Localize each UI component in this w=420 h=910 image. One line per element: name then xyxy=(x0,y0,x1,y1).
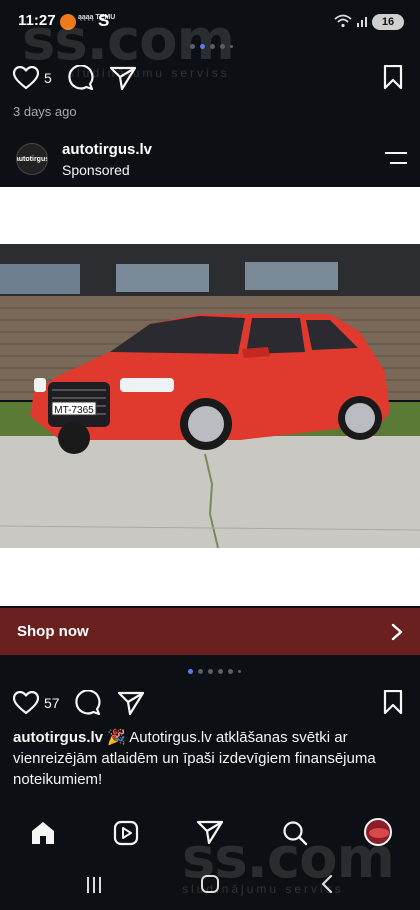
comment-icon[interactable] xyxy=(68,65,94,91)
carousel-dot xyxy=(208,669,213,674)
watermark-logo-top: ss.com xyxy=(22,8,235,73)
heart-icon[interactable] xyxy=(13,691,39,715)
battery-level: 16 xyxy=(381,16,395,28)
carousel-dot xyxy=(238,670,241,673)
ad-image-top-margin xyxy=(0,187,420,244)
chevron-right-icon[interactable] xyxy=(391,623,403,641)
carousel-dot xyxy=(198,669,203,674)
caption-author[interactable]: autotirgus.lv xyxy=(13,729,103,746)
comment-icon[interactable] xyxy=(75,690,101,716)
back-icon[interactable] xyxy=(320,874,334,894)
share-icon[interactable] xyxy=(118,691,144,715)
license-plate: MT-7365 xyxy=(54,405,94,416)
carousel-dots-top xyxy=(190,44,233,49)
carousel-dot xyxy=(210,44,215,49)
bookmark-icon[interactable] xyxy=(383,65,403,89)
shop-now-button[interactable]: Shop now xyxy=(17,623,89,640)
post-caption: autotirgus.lv 🎉 Autotirgus.lv atklāšanas… xyxy=(13,727,407,790)
post-time-ago: 3 days ago xyxy=(13,104,77,119)
home-button-icon[interactable] xyxy=(200,874,220,894)
account-avatar[interactable]: autotirgus xyxy=(16,143,48,175)
menu-icon[interactable] xyxy=(384,151,408,165)
carousel-dot xyxy=(220,44,225,49)
signal-icon xyxy=(356,14,370,28)
heart-icon[interactable] xyxy=(13,66,39,90)
carousel-dot-active xyxy=(200,44,205,49)
like-count[interactable]: 57 xyxy=(44,695,60,711)
carousel-dot-active xyxy=(188,669,193,674)
carousel-dot xyxy=(228,669,233,674)
avatar-logo-text: autotirgus xyxy=(16,155,48,163)
like-count-prev[interactable]: 5 xyxy=(44,70,52,86)
recent-apps-icon[interactable] xyxy=(85,876,103,894)
share-icon[interactable] xyxy=(110,66,136,90)
reels-icon[interactable] xyxy=(113,820,139,846)
wifi-icon xyxy=(334,14,352,28)
carousel-dot xyxy=(230,45,233,48)
carousel-dot xyxy=(190,44,195,49)
sponsored-label: Sponsored xyxy=(62,162,130,178)
bookmark-icon[interactable] xyxy=(383,690,403,714)
battery-indicator: 16 xyxy=(372,14,404,30)
ad-car-photo[interactable]: MT-7365 xyxy=(0,244,420,606)
account-name[interactable]: autotirgus.lv xyxy=(62,141,152,158)
carousel-dots xyxy=(188,669,241,674)
home-icon[interactable] xyxy=(30,820,56,846)
carousel-dot xyxy=(218,669,223,674)
system-nav-bar xyxy=(0,866,420,910)
